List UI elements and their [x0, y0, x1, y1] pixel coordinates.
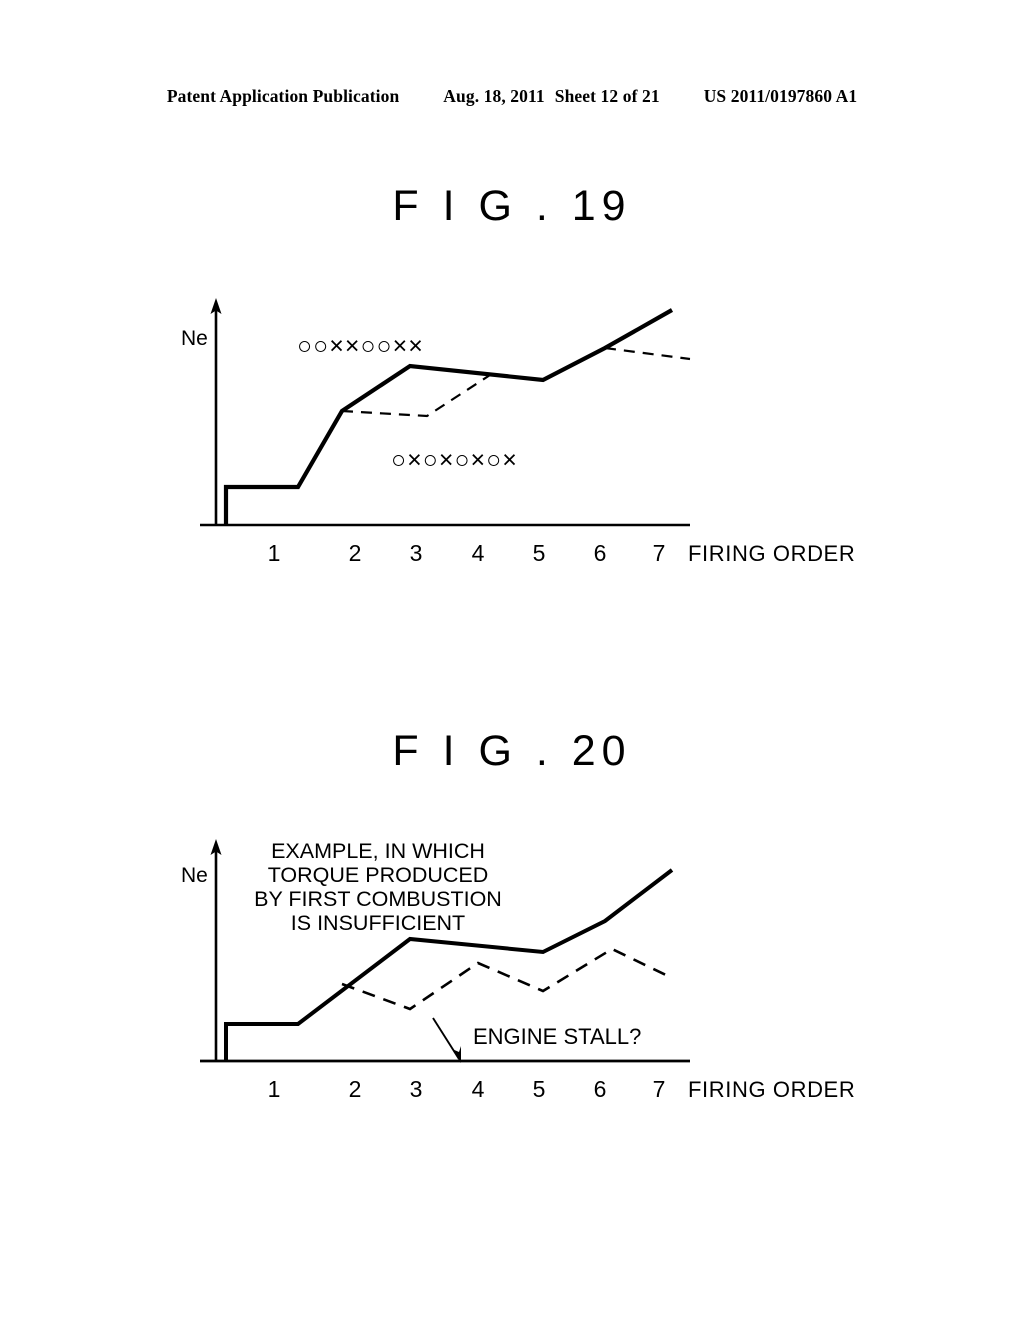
figure-19-tick-5: 5	[532, 540, 546, 566]
header-patent-number: US 2011/0197860 A1	[703, 86, 858, 106]
symbol-l3: ○	[422, 446, 439, 474]
symbol-u2: ○	[313, 332, 330, 360]
figure-20-note-line-2: TORQUE PRODUCED	[267, 863, 489, 888]
figure-19-y-axis-label: Ne	[181, 327, 208, 350]
figure-20-note-block: EXAMPLE, IN WHICH TORQUE PRODUCED BY FIR…	[233, 839, 523, 935]
symbol-l8: ×	[502, 446, 518, 474]
figure-20-note-line-1: EXAMPLE, IN WHICH	[271, 839, 485, 863]
symbol-u8: ×	[408, 332, 424, 360]
symbol-l2: ×	[407, 446, 423, 474]
symbol-l1: ○	[391, 446, 408, 474]
figure-19-symbol-row-upper: ○○××○○××	[297, 334, 424, 359]
symbol-u1: ○	[297, 332, 314, 360]
figure-20-tick-3: 3	[409, 1076, 423, 1102]
header-date-text: Aug. 18, 2011	[443, 86, 545, 106]
figure-20-tick-2: 2	[348, 1076, 362, 1102]
figure-20-stall-label: ENGINE STALL?	[473, 1024, 642, 1049]
figure-20-title: F I G . 20	[392, 727, 632, 775]
figure-20-note-line-4: IS INSUFFICIENT	[290, 911, 466, 936]
figure-19-symbol-row-lower: ○×○×○×○×	[391, 448, 518, 473]
figure-20-tick-6: 6	[593, 1076, 607, 1102]
header-publication-text: Patent Application Publication	[166, 86, 400, 106]
symbol-l6: ×	[470, 446, 487, 474]
figure-19-title: F I G . 19	[392, 182, 632, 230]
header-sheet-text: Sheet 12 of 21	[554, 86, 660, 106]
figure-19-tick-1: 1	[267, 540, 281, 566]
symbol-u7: ×	[392, 332, 409, 360]
figure-20-dashed-trace	[341, 947, 671, 1011]
figure-19-tick-6: 6	[593, 540, 607, 566]
figure-20-x-axis-label: FIRING ORDER	[688, 1077, 856, 1102]
figure-19-tick-7: 7	[652, 540, 666, 566]
figure-19-x-axis-label: FIRING ORDER	[688, 541, 856, 566]
symbol-u4: ×	[344, 332, 361, 360]
figure-19: F I G . 19 Ne ○○××○○×× ○×○×○×○× 1 2 3 4 …	[0, 185, 1024, 615]
figure-20: F I G . 20 Ne EXAMPLE, IN WHICH TORQUE P…	[0, 730, 1024, 1150]
figure-19-tick-2: 2	[348, 540, 362, 566]
figure-19-tick-3: 3	[409, 540, 423, 566]
symbol-l4: ×	[438, 446, 455, 474]
symbol-u3: ×	[329, 332, 345, 360]
symbol-u5: ○	[360, 332, 377, 360]
figure-20-tick-4: 4	[471, 1076, 485, 1102]
figure-20-plot: Ne EXAMPLE, IN WHICH TORQUE PRODUCED BY …	[0, 821, 1024, 1121]
symbol-l7: ○	[486, 446, 503, 474]
symbol-u6: ○	[376, 332, 393, 360]
figure-20-tick-7: 7	[652, 1076, 666, 1102]
symbol-l5: ○	[454, 446, 471, 474]
figure-20-tick-1: 1	[267, 1076, 281, 1102]
figure-19-solid-trace	[223, 308, 674, 525]
figure-19-tick-4: 4	[471, 540, 485, 566]
figure-19-plot: Ne ○○××○○×× ○×○×○×○× 1 2 3 4 5 6 7 FIRIN…	[0, 280, 1024, 580]
figure-20-note-line-3: BY FIRST COMBUSTION	[254, 887, 502, 912]
figure-19-svg	[200, 298, 691, 527]
page-header: Patent Application Publication Aug. 18, …	[0, 86, 1024, 112]
figure-20-y-axis-label: Ne	[181, 864, 208, 887]
figure-20-tick-5: 5	[532, 1076, 546, 1102]
figure-19-dashed-branch-high	[604, 346, 691, 361]
